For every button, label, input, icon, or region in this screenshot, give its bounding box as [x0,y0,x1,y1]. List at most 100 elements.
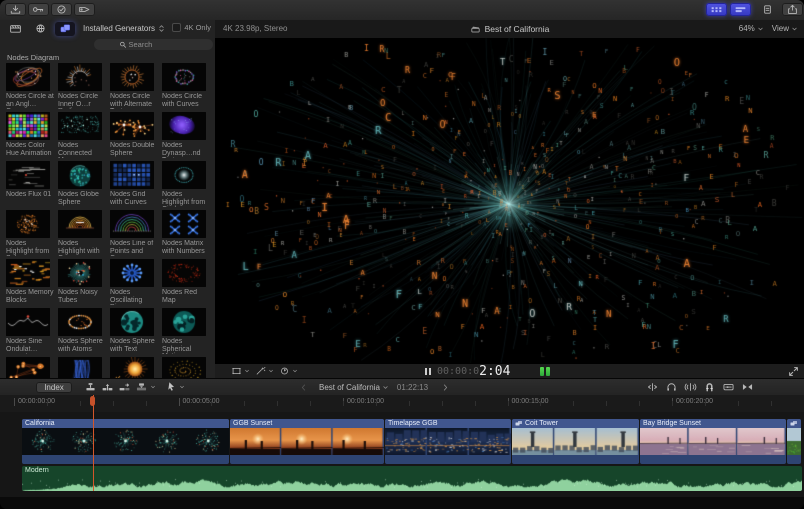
generator-item[interactable]: Nodes Circle Inner O…r Radius [58,63,106,109]
browser-header: Installed Generators 4K Only [0,20,215,37]
fit-to-window-button[interactable] [741,381,754,393]
effect-badge-icon [790,420,798,427]
generator-label: Nodes Circle with Alternate Text [110,93,158,109]
generator-thumbnail [162,259,206,287]
chevron-down-icon [179,383,185,391]
tab-libraries[interactable] [5,22,25,36]
audio-meters[interactable] [540,367,552,376]
timeline-clip[interactable]: Bay Bridge Sunset [640,419,786,464]
generator-item[interactable]: Nodes Dynasp…nd Text [162,112,210,158]
retime-popup[interactable] [279,366,298,376]
ruler-tick [179,398,180,406]
ruler-minor-tick [475,401,476,406]
append-edit-button[interactable] [118,381,131,393]
timeline-clip[interactable]: California [22,419,229,464]
timeline-clip[interactable]: Coit Tower [512,419,639,464]
generator-label: Nodes Matrix with Numbers [162,240,210,256]
keyword-editor-button[interactable] [28,3,49,16]
playhead[interactable] [93,395,94,491]
toggle-browser-button[interactable] [706,3,727,16]
check-circle-icon [55,4,68,15]
snapping-toggle[interactable] [703,381,716,393]
history-forward-icon[interactable] [442,383,449,392]
skimming-toggle[interactable] [646,381,659,393]
browser-tabs [0,22,75,36]
audio-skimming-toggle[interactable] [684,381,697,393]
generator-label: Nodes Memory Blocks [6,289,54,305]
chevron-down-icon [757,25,764,33]
generator-item[interactable]: Nodes Highlight with Curves [58,210,106,256]
generator-item[interactable]: Nodes Noisy Tubes [58,259,106,305]
generator-item[interactable]: Nodes Flux 01 [6,161,54,207]
playhead-handle[interactable] [90,396,95,406]
clip-appearance-button[interactable] [722,381,735,393]
generator-item[interactable]: Nodes Connected Map [58,112,106,158]
generator-item[interactable]: Nodes Circle at an Angl…Curves [6,63,54,109]
generator-item[interactable]: Nodes Sine Ondulat…angents [6,308,54,354]
audio-clip[interactable]: Modern [22,466,802,491]
generator-item[interactable]: Nodes Circle with Alternate Text [110,63,158,109]
generator-item[interactable]: Nodes Highlight from Sphere [6,210,54,256]
ruler-minor-tick [211,401,212,406]
tags-button[interactable] [74,3,95,16]
pause-icon[interactable] [425,368,433,375]
transform-popup[interactable] [231,366,250,376]
filter-4k-only-label: 4K Only [184,23,211,32]
generator-item[interactable]: Nodes Matrix with Numbers [162,210,210,256]
generator-label: Nodes Highlight with Curves [58,240,106,256]
ruler-minor-tick [540,401,541,406]
top-toolbar [0,0,804,21]
toggle-inspector-button[interactable] [757,3,778,16]
solo-toggle[interactable] [665,381,678,393]
toggle-timeline-button[interactable] [730,3,751,16]
generator-item[interactable]: Nodes Oscillating Diagram [110,259,158,305]
search-field[interactable] [94,39,213,50]
generator-category-dropdown[interactable]: Installed Generators [83,24,165,33]
generator-item[interactable]: Nodes Sphere with Text [110,308,158,354]
history-back-icon[interactable] [300,383,307,392]
timeline-clip[interactable]: Timelapse GGB [385,419,511,464]
ruler-minor-tick [113,401,114,406]
timeline-clip[interactable] [787,419,801,464]
background-tasks-button[interactable] [51,3,72,16]
generator-item[interactable]: Nodes Memory Blocks [6,259,54,305]
share-button[interactable] [782,3,803,16]
generator-item[interactable]: Nodes Color Hue Animation [6,112,54,158]
generator-thumbnail [6,210,50,238]
generator-thumbnail [110,63,154,91]
generator-thumbnail [58,161,102,189]
generator-item[interactable]: Nodes Grid with Curves [110,161,158,207]
overwrite-edit-button[interactable] [135,381,148,393]
insert-edit-button[interactable] [101,381,114,393]
generator-item[interactable]: Nodes Line of Points and Curves [110,210,158,256]
generator-item[interactable]: Nodes Globe Sphere [58,161,106,207]
index-button[interactable]: Index [36,382,72,393]
tab-titles-generators[interactable] [55,22,75,36]
timeline-project-dropdown[interactable]: Best of California [319,383,380,392]
tab-photos-audio[interactable] [30,22,50,36]
generator-label: Nodes Sphere with Atoms [58,338,106,354]
fullscreen-icon[interactable] [788,366,799,377]
timeline-clip[interactable]: GGB Sunset [230,419,384,464]
zoom-level-dropdown[interactable]: 64% [739,24,755,33]
timeline-ruler[interactable]: 00:00:00:0000:00:05:0000:00:10:0000:00:1… [0,395,804,413]
generator-item[interactable]: Nodes Double Sphere [110,112,158,158]
enhancements-popup[interactable] [255,366,274,376]
search-input[interactable] [129,40,189,49]
view-dropdown[interactable]: View [772,24,789,33]
generator-item[interactable]: Nodes Highlight from Circle [162,161,210,207]
generator-label: Nodes Double Sphere [110,142,158,158]
import-media-button[interactable] [5,3,26,16]
generator-item[interactable]: Nodes Circle with Curves [162,63,210,109]
generator-item[interactable]: Nodes Sphere with Atoms [58,308,106,354]
connect-edit-button[interactable] [84,381,97,393]
tool-palette-dropdown[interactable] [166,381,185,393]
generator-label: Nodes Connected Map [58,142,106,158]
viewer-header-right: 64% View [739,24,798,33]
generator-item[interactable]: Nodes Spherical Motion…Letters [162,308,210,354]
tag-icon [78,4,91,15]
filter-4k-only-checkbox[interactable]: 4K Only [172,23,211,32]
generator-item[interactable]: Nodes Red Map [162,259,210,305]
timeline-toggle-group [640,381,754,393]
viewer-canvas[interactable] [215,38,804,363]
